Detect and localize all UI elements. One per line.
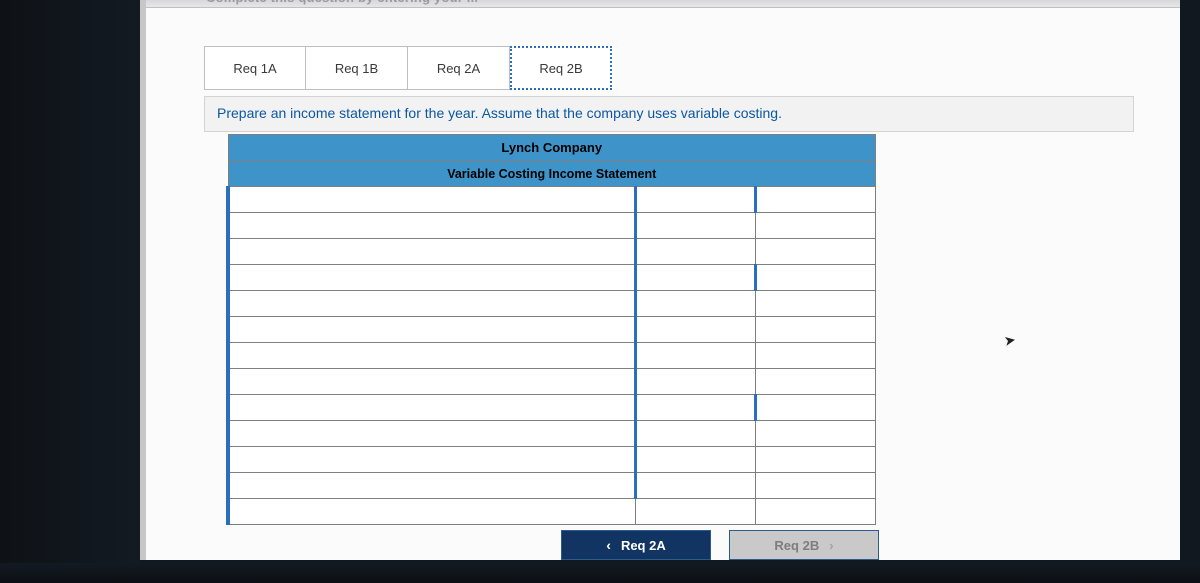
tab-req-1b[interactable]: Req 1B xyxy=(306,46,408,90)
row-total-input[interactable] xyxy=(756,369,876,395)
page-header-hint: Complete this question by entering your … xyxy=(206,0,478,5)
row-label-input[interactable] xyxy=(228,213,636,239)
row-value-input[interactable] xyxy=(636,343,756,369)
table-row xyxy=(228,395,876,421)
row-total-input[interactable] xyxy=(756,317,876,343)
row-value-input[interactable] xyxy=(636,291,756,317)
row-label-input[interactable] xyxy=(228,369,636,395)
row-label-input[interactable] xyxy=(228,239,636,265)
table-row xyxy=(228,447,876,473)
row-label-input[interactable] xyxy=(228,447,636,473)
row-label-input[interactable] xyxy=(228,395,636,421)
row-label-input[interactable] xyxy=(228,187,636,213)
row-label-input[interactable] xyxy=(228,291,636,317)
row-label-input[interactable] xyxy=(228,317,636,343)
row-total-input[interactable] xyxy=(756,239,876,265)
table-row xyxy=(228,239,876,265)
table-row xyxy=(228,291,876,317)
table-row xyxy=(228,369,876,395)
row-total-input[interactable] xyxy=(756,187,876,213)
row-total-input[interactable] xyxy=(756,265,876,291)
tab-req-2a[interactable]: Req 2A xyxy=(408,46,510,90)
table-row xyxy=(228,421,876,447)
table-row xyxy=(228,343,876,369)
sheet-title-company: Lynch Company xyxy=(228,135,876,161)
row-value-input[interactable] xyxy=(636,473,756,499)
sheet-title-statement: Variable Costing Income Statement xyxy=(228,161,876,187)
table-row xyxy=(228,473,876,499)
row-value-input[interactable] xyxy=(636,265,756,291)
row-value-input[interactable] xyxy=(636,421,756,447)
tab-req-2b[interactable]: Req 2B xyxy=(510,46,612,90)
income-statement-sheet: Lynch Company Variable Costing Income St… xyxy=(226,134,876,525)
next-req-label: Req 2B xyxy=(774,538,819,553)
row-value-input[interactable] xyxy=(636,317,756,343)
row-label-input[interactable] xyxy=(228,343,636,369)
table-row xyxy=(228,213,876,239)
row-total-input[interactable] xyxy=(756,213,876,239)
tab-req-1a[interactable]: Req 1A xyxy=(204,46,306,90)
row-value-input[interactable] xyxy=(636,395,756,421)
row-value-input[interactable] xyxy=(636,239,756,265)
row-value-input[interactable] xyxy=(636,447,756,473)
chevron-left-icon: ‹ xyxy=(606,537,611,553)
row-value-input[interactable] xyxy=(636,213,756,239)
cursor-icon: ➤ xyxy=(1003,331,1018,350)
row-value-input[interactable] xyxy=(636,187,756,213)
table-row xyxy=(228,317,876,343)
row-total-input[interactable] xyxy=(756,421,876,447)
row-value-input[interactable] xyxy=(636,499,756,525)
row-label-input[interactable] xyxy=(228,265,636,291)
instruction-text: Prepare an income statement for the year… xyxy=(204,96,1134,132)
row-total-input[interactable] xyxy=(756,395,876,421)
row-label-input[interactable] xyxy=(228,499,636,525)
table-row xyxy=(228,499,876,525)
row-label-input[interactable] xyxy=(228,473,636,499)
row-total-input[interactable] xyxy=(756,291,876,317)
row-value-input[interactable] xyxy=(636,369,756,395)
row-total-input[interactable] xyxy=(756,343,876,369)
row-total-input[interactable] xyxy=(756,499,876,525)
prev-req-button[interactable]: ‹ Req 2A xyxy=(561,530,711,560)
table-row xyxy=(228,265,876,291)
row-label-input[interactable] xyxy=(228,421,636,447)
nav-buttons: ‹ Req 2A Req 2B › xyxy=(561,530,879,560)
row-total-input[interactable] xyxy=(756,473,876,499)
chevron-right-icon: › xyxy=(829,538,833,553)
next-req-button[interactable]: Req 2B › xyxy=(729,530,879,560)
prev-req-label: Req 2A xyxy=(621,538,666,553)
req-tabs: Req 1A Req 1B Req 2A Req 2B xyxy=(204,46,612,90)
row-total-input[interactable] xyxy=(756,447,876,473)
table-row xyxy=(228,187,876,213)
